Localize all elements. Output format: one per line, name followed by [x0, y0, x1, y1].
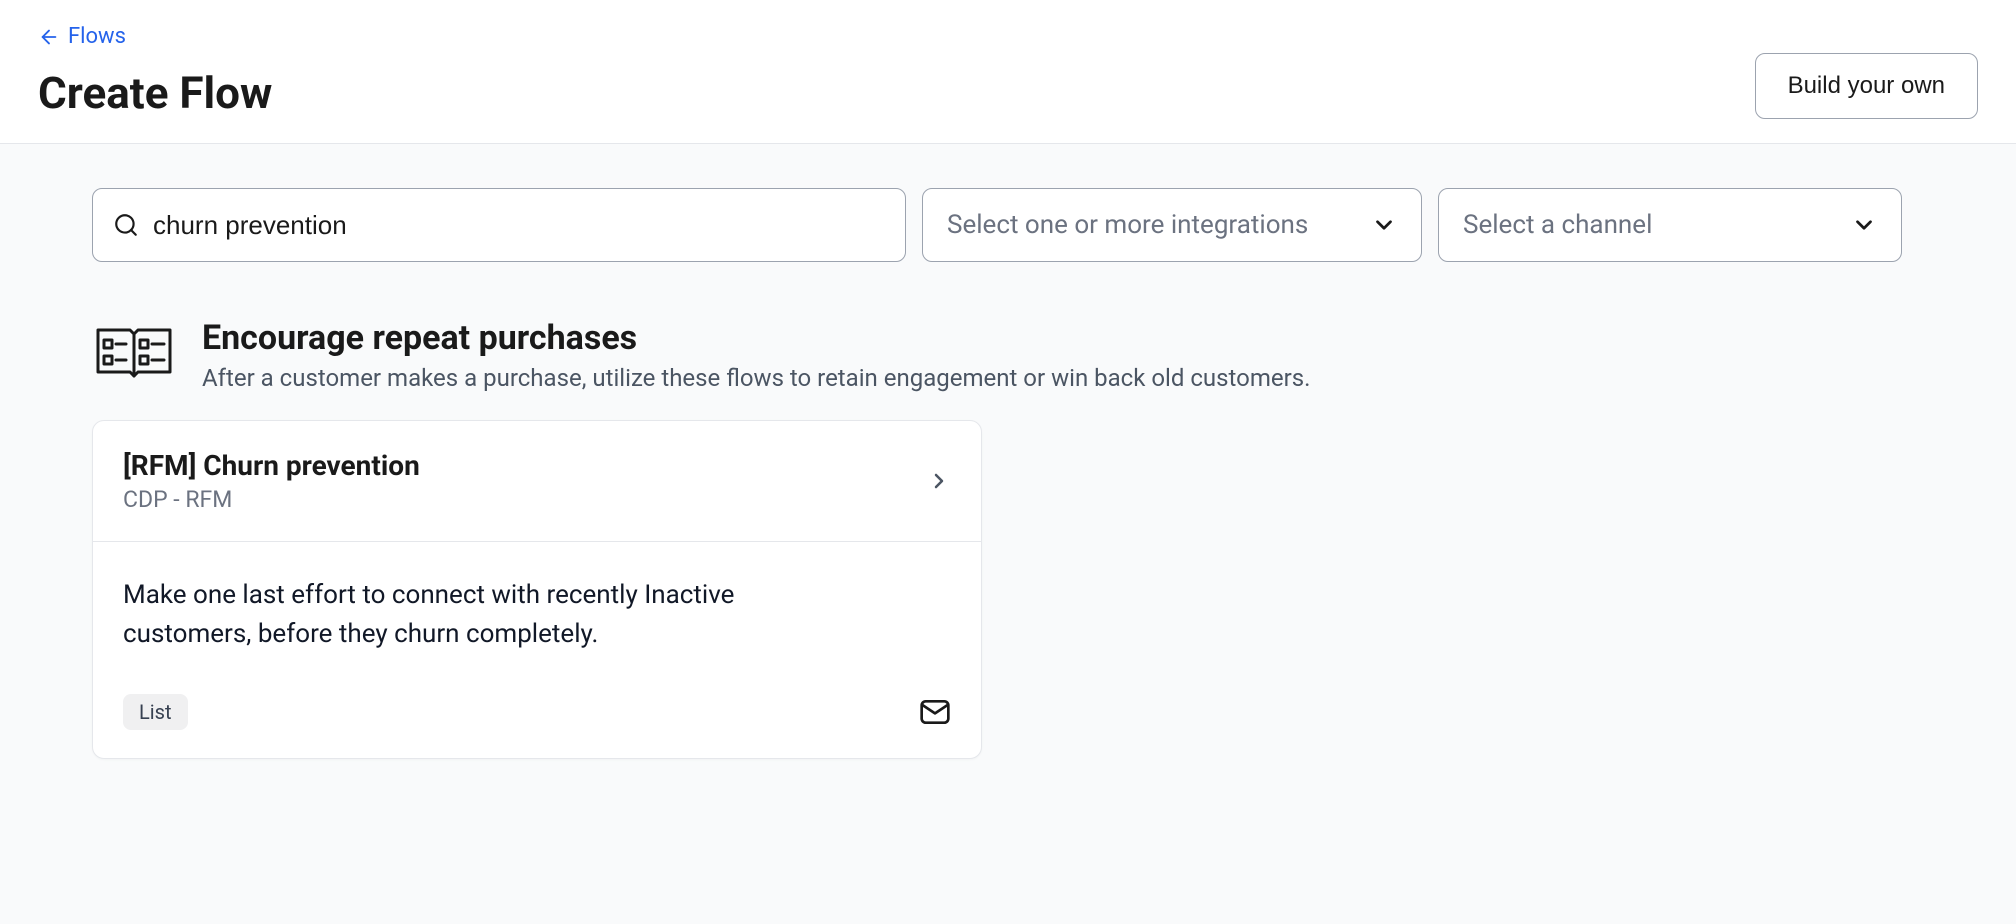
- flow-tag: List: [123, 694, 188, 730]
- flow-card-subtitle: CDP - RFM: [123, 486, 420, 513]
- integrations-placeholder: Select one or more integrations: [947, 210, 1308, 240]
- arrow-left-icon: [38, 26, 60, 48]
- section-title: Encourage repeat purchases: [202, 318, 1310, 358]
- flow-card-header[interactable]: [RFM] Churn prevention CDP - RFM: [93, 421, 981, 542]
- section-text: Encourage repeat purchases After a custo…: [202, 318, 1310, 392]
- build-your-own-button[interactable]: Build your own: [1755, 53, 1978, 119]
- flow-card-title: [RFM] Churn prevention: [123, 449, 420, 482]
- chevron-down-icon: [1371, 212, 1397, 238]
- section-header: Encourage repeat purchases After a custo…: [92, 318, 1924, 392]
- search-field-wrap[interactable]: [92, 188, 906, 262]
- flow-card: [RFM] Churn prevention CDP - RFM Make on…: [92, 420, 982, 759]
- search-icon: [113, 212, 139, 238]
- header-left: Flows Create Flow: [38, 24, 272, 119]
- integrations-dropdown[interactable]: Select one or more integrations: [922, 188, 1422, 262]
- section-description: After a customer makes a purchase, utili…: [202, 364, 1310, 392]
- filters-row: Select one or more integrations Select a…: [92, 188, 1924, 262]
- page-title: Create Flow: [38, 67, 272, 119]
- search-input[interactable]: [153, 210, 885, 241]
- channel-placeholder: Select a channel: [1463, 210, 1652, 240]
- content-inner: Select one or more integrations Select a…: [92, 188, 1924, 759]
- content-area: Select one or more integrations Select a…: [0, 144, 2016, 924]
- mail-icon: [919, 696, 951, 728]
- breadcrumb-flows[interactable]: Flows: [38, 24, 272, 49]
- flow-card-footer: List: [123, 694, 951, 730]
- chevron-down-icon: [1851, 212, 1877, 238]
- page-header: Flows Create Flow Build your own: [0, 0, 2016, 144]
- chevron-right-icon: [927, 469, 951, 493]
- flow-card-heading: [RFM] Churn prevention CDP - RFM: [123, 449, 420, 513]
- flow-card-description: Make one last effort to connect with rec…: [123, 576, 843, 654]
- breadcrumb-label: Flows: [68, 24, 126, 49]
- flow-card-body: Make one last effort to connect with rec…: [93, 542, 981, 758]
- catalog-icon: [92, 322, 176, 382]
- channel-dropdown[interactable]: Select a channel: [1438, 188, 1902, 262]
